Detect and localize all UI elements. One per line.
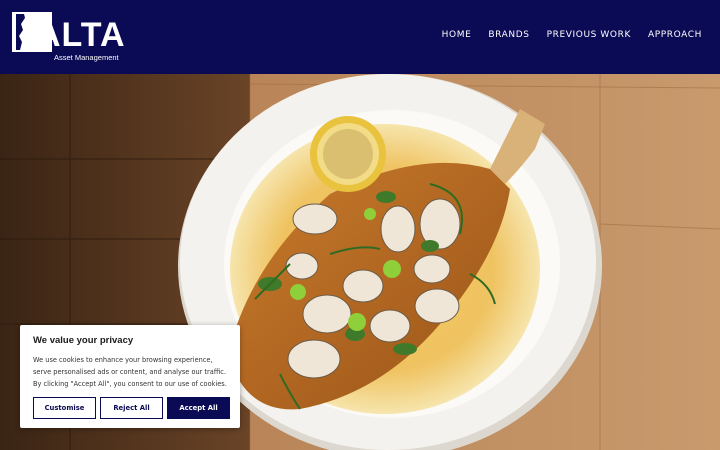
alta-logo[interactable]: ALTA Asset Management	[12, 10, 125, 62]
nav-home[interactable]: HOME	[442, 30, 472, 40]
nav-approach[interactable]: APPROACH	[648, 30, 702, 40]
cookie-body: We use cookies to enhance your browsing …	[33, 356, 227, 388]
cookie-consent-banner: We value your privacy We use cookies to …	[20, 325, 240, 428]
main-nav: HOME BRANDS PREVIOUS WORK APPROACH	[442, 30, 702, 40]
cookie-buttons: Customise Reject All Accept All	[33, 397, 230, 419]
nav-brands[interactable]: BRANDS	[488, 30, 529, 40]
reject-all-button[interactable]: Reject All	[100, 397, 163, 419]
logo-tagline: Asset Management	[54, 53, 119, 62]
nav-previous-work[interactable]: PREVIOUS WORK	[547, 30, 631, 40]
cookie-title: We value your privacy	[33, 335, 134, 346]
site-header: ALTA Asset Management HOME BRANDS PREVIO…	[0, 0, 720, 74]
customise-button[interactable]: Customise	[33, 397, 96, 419]
logo-wordmark: ALTA	[36, 16, 126, 54]
accept-all-button[interactable]: Accept All	[167, 397, 230, 419]
